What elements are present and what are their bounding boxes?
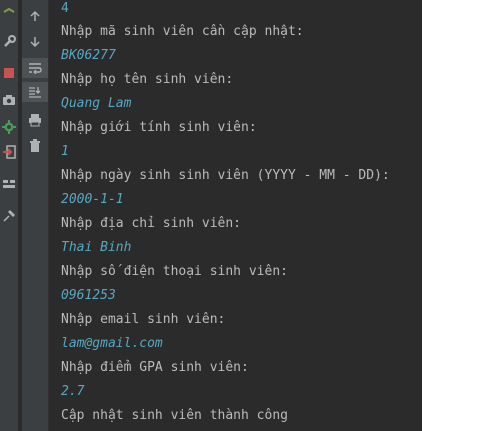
console-output-line: Cập nhật sinh viên thành công bbox=[61, 408, 288, 423]
console-toolbar bbox=[22, 0, 49, 431]
console-output-line: Nhập số điện thoại sinh viên: bbox=[61, 264, 288, 279]
console-output-line: Nhập ngày sinh sinh viên (YYYY - MM - DD… bbox=[61, 168, 390, 183]
console-output-line: Nhập giới tính sinh viên: bbox=[61, 120, 257, 135]
console-output[interactable]: 4 Nhập mã sinh viên cần cập nhật: BK0627… bbox=[50, 0, 422, 431]
stop-icon[interactable] bbox=[0, 65, 18, 81]
console-input-line: 0961253 bbox=[61, 288, 116, 303]
layout-icon[interactable] bbox=[0, 176, 18, 192]
console-input-line: Quang Lam bbox=[61, 96, 132, 111]
console-input-line: 1 bbox=[61, 144, 69, 159]
down-arrow-icon[interactable] bbox=[22, 32, 48, 52]
gear-icon[interactable] bbox=[0, 119, 18, 135]
exit-icon[interactable] bbox=[0, 144, 18, 160]
trash-icon[interactable] bbox=[22, 136, 48, 156]
soft-wrap-icon[interactable] bbox=[22, 58, 48, 78]
scroll-to-end-icon[interactable] bbox=[22, 82, 48, 102]
pin-icon[interactable] bbox=[0, 208, 18, 224]
wrench-icon[interactable] bbox=[0, 34, 18, 50]
console-output-line: Nhập địa chỉ sinh viên: bbox=[61, 216, 242, 231]
ide-run-panel: 4 Nhập mã sinh viên cần cập nhật: BK0627… bbox=[0, 0, 422, 431]
console-input-line: lam@gmail.com bbox=[61, 336, 163, 351]
run-tool-window-strip bbox=[0, 0, 18, 431]
print-icon[interactable] bbox=[22, 110, 48, 130]
console-input-line: Thai Binh bbox=[61, 240, 132, 255]
console-output-line: Nhập điểm GPA sinh viên: bbox=[61, 360, 249, 375]
console-output-line: Nhập email sinh viên: bbox=[61, 312, 226, 327]
console-input-line: 2000-1-1 bbox=[61, 192, 124, 207]
partial-toolbar-icon[interactable] bbox=[0, 4, 18, 20]
console-output-line: Nhập họ tên sinh viên: bbox=[61, 72, 234, 87]
up-arrow-icon[interactable] bbox=[22, 6, 48, 26]
console-output-line: Nhập mã sinh viên cần cập nhật: bbox=[61, 24, 304, 39]
console-input-line: BK06277 bbox=[61, 48, 116, 63]
camera-icon[interactable] bbox=[0, 92, 18, 108]
console-input-line: 2.7 bbox=[61, 384, 85, 399]
console-input-line: 4 bbox=[61, 1, 69, 16]
